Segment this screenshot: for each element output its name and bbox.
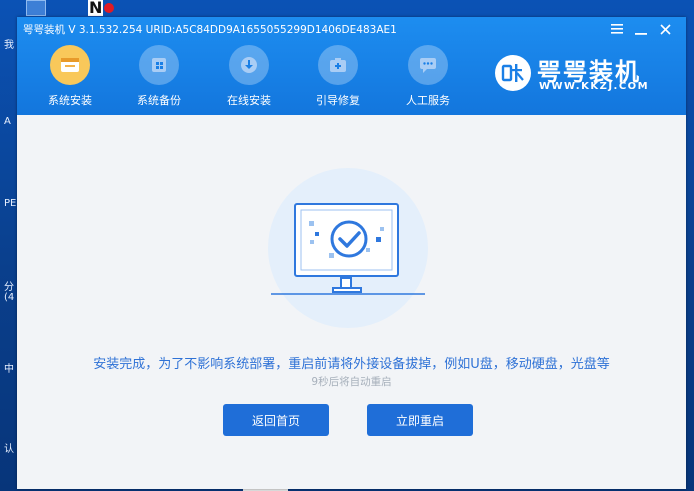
minimize-button[interactable] [631, 19, 651, 39]
install-complete-message: 安装完成，为了不影响系统部署，重启前请将外接设备拔掉，例如U盘，移动硬盘，光盘等 [93, 357, 610, 372]
brand-url: WWW.KKZJ.COM [539, 81, 650, 92]
brand-logo-icon [495, 55, 531, 91]
window-header: 咢咢装机 V 3.1.532.254 URID:A5C84DD9A1655055… [17, 17, 686, 115]
close-button[interactable] [655, 19, 675, 39]
chat-service-icon [408, 45, 448, 85]
restart-now-button[interactable]: 立即重启 [367, 404, 473, 436]
nav-chat-service[interactable]: 人工服务 [393, 45, 463, 111]
nav-label: 系统备份 [137, 94, 181, 107]
window-title: 咢咢装机 V 3.1.532.254 URID:A5C84DD9A1655055… [23, 24, 397, 36]
nav-label: 人工服务 [406, 94, 450, 107]
nav-label: 系统安装 [48, 94, 92, 107]
menu-button[interactable] [607, 19, 627, 39]
nav-online-install[interactable]: 在线安装 [214, 45, 284, 111]
nav-boot-repair[interactable]: 引导修复 [303, 45, 373, 111]
boot-repair-icon [318, 45, 358, 85]
notepad-app-icon[interactable]: N [88, 0, 114, 16]
brand: 咢咢装机 WWW.KKZJ.COM [495, 53, 675, 97]
system-backup-icon [139, 45, 179, 85]
close-icon [659, 23, 671, 35]
desktop-computer-icon[interactable] [26, 0, 46, 16]
nav-system-install[interactable]: 系统安装 [35, 45, 105, 111]
nav-label: 引导修复 [316, 94, 360, 107]
back-home-button[interactable]: 返回首页 [223, 404, 329, 436]
minimize-icon [635, 33, 647, 35]
restart-countdown: 9秒后将自动重启 [311, 376, 392, 388]
system-install-icon [50, 45, 90, 85]
monitor-check-icon [271, 203, 425, 295]
app-window: 咢咢装机 V 3.1.532.254 URID:A5C84DD9A1655055… [17, 17, 686, 489]
nav-label: 在线安装 [227, 94, 271, 107]
online-install-icon [229, 45, 269, 85]
nav-system-backup[interactable]: 系统备份 [124, 45, 194, 111]
menu-icon [611, 24, 623, 34]
